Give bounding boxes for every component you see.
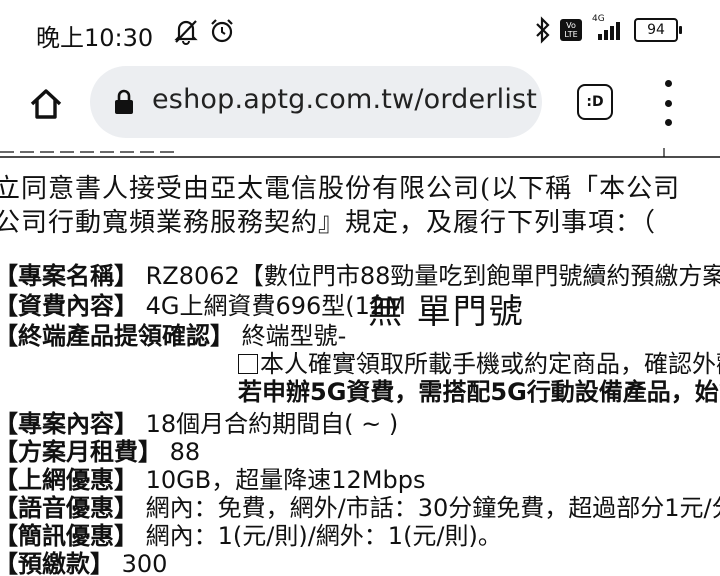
table-border — [0, 148, 720, 158]
lock-icon[interactable] — [112, 88, 136, 116]
confirm-checkbox[interactable] — [238, 354, 258, 374]
row-prepayment: 【預繳款】 300 — [0, 549, 168, 576]
row-5g-notice: 若申辦5G資費，需搭配5G行動設備產品，始能 — [238, 377, 720, 406]
address-bar[interactable]: eshop.aptg.com.tw/orderlist — [90, 66, 542, 138]
intro-line-2: 公司行動寬頻業務服務契約』規定，及履行下列事項：（ — [0, 208, 657, 238]
battery-level: 94 — [634, 18, 678, 42]
url-text[interactable]: eshop.aptg.com.tw/orderlist — [152, 84, 537, 115]
tab-switcher-button[interactable]: :D — [577, 84, 613, 120]
battery-icon: 94 — [634, 18, 682, 42]
home-icon — [30, 89, 62, 119]
browser-toolbar: eshop.aptg.com.tw/orderlist :D — [0, 62, 720, 148]
handwritten-overlay-text: 無 單門號 — [368, 292, 525, 332]
intro-line-1: 立同意書人接受由亞太電信股份有限公司(以下稱「本公司 — [0, 174, 681, 204]
status-time: 晚上10:30 — [36, 24, 154, 52]
home-button[interactable] — [22, 80, 70, 128]
volte-icon: Vo LTE — [560, 19, 582, 41]
more-vert-icon — [664, 80, 672, 87]
document-view: 立同意書人接受由亞太電信股份有限公司(以下稱「本公司 公司行動寬頻業務服務契約』… — [0, 148, 720, 576]
bell-off-icon — [174, 20, 198, 45]
overflow-menu-button[interactable] — [656, 80, 680, 126]
alarm-icon — [211, 19, 233, 43]
bluetooth-icon — [536, 16, 550, 44]
status-bar: 晚上10:30 Vo LTE 4G 94 — [0, 0, 720, 62]
signal-icon: 4G — [590, 14, 626, 42]
